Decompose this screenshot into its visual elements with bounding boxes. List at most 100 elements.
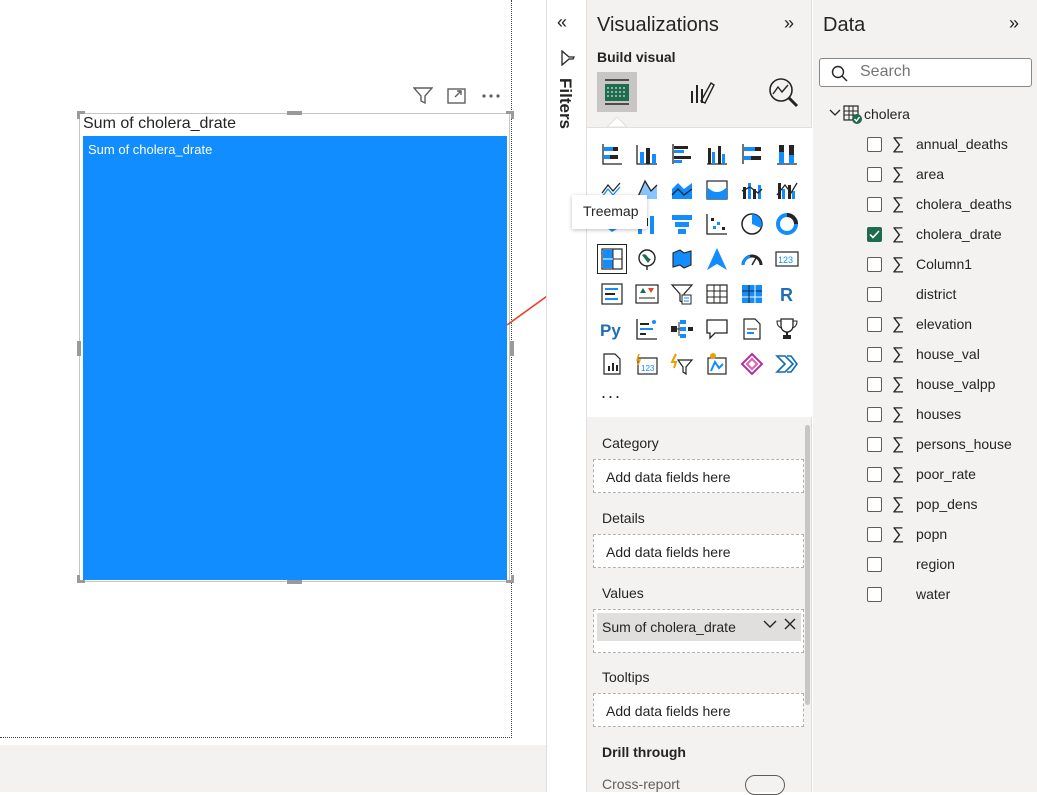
field-row[interactable]: region (867, 553, 955, 575)
field-row[interactable]: ∑ cholera_drate (867, 223, 1002, 245)
stacked-bar-chart-icon[interactable] (597, 139, 627, 169)
field-row[interactable]: ∑ annual_deaths (867, 133, 1008, 155)
map-icon[interactable] (632, 244, 662, 274)
field-row[interactable]: ∑ house_valpp (867, 373, 995, 395)
field-row[interactable]: ∑ area (867, 163, 944, 185)
checkbox[interactable] (867, 166, 882, 182)
checkbox[interactable] (867, 256, 882, 272)
chevron-down-icon[interactable] (762, 617, 778, 636)
double-chevron-right-icon[interactable]: » (1009, 13, 1019, 34)
filled-map-icon[interactable] (667, 244, 697, 274)
azure-map-icon[interactable] (702, 244, 732, 274)
table-node-cholera[interactable]: cholera (828, 103, 910, 125)
100-stacked-area-chart-icon[interactable] (702, 174, 732, 204)
filters-label[interactable]: Filters (555, 78, 575, 129)
search-box[interactable] (819, 58, 1032, 87)
key-influencers-icon[interactable] (632, 314, 662, 344)
resize-handle[interactable] (77, 575, 80, 583)
field-row[interactable]: water (867, 583, 950, 605)
filter-icon[interactable] (412, 85, 434, 107)
report-canvas[interactable]: Sum of cholera_drate Sum of cholera_drat… (0, 0, 546, 792)
100-stacked-column-chart-icon[interactable] (772, 139, 802, 169)
field-row[interactable]: ∑ house_val (867, 343, 980, 365)
line-and-stacked-column-chart-icon[interactable] (737, 174, 767, 204)
checkbox[interactable] (867, 586, 882, 602)
field-row[interactable]: ∑ cholera_deaths (867, 193, 1012, 215)
field-row[interactable]: district (867, 283, 956, 305)
field-row[interactable]: ∑ Column1 (867, 253, 972, 275)
focus-mode-icon[interactable] (446, 85, 468, 107)
multi-row-card-icon[interactable] (597, 279, 627, 309)
treemap-tile[interactable]: Sum of cholera_drate (83, 136, 507, 580)
funnel-chart-icon[interactable] (667, 209, 697, 239)
checkbox[interactable] (867, 376, 882, 392)
checkbox[interactable] (867, 556, 882, 572)
clustered-bar-chart-icon[interactable] (667, 139, 697, 169)
tooltips-drop-zone[interactable]: Add data fields here (593, 693, 804, 727)
matrix-icon[interactable] (737, 279, 767, 309)
more-visuals-button[interactable]: ... (601, 382, 622, 403)
r-script-visual-icon[interactable]: R (772, 279, 802, 309)
clustered-column-chart-icon[interactable] (702, 139, 732, 169)
checkbox[interactable] (867, 286, 882, 302)
checkbox-checked[interactable] (867, 226, 882, 242)
power-apps-icon[interactable] (702, 349, 732, 379)
cross-report-toggle[interactable] (745, 775, 785, 795)
format-visual-button[interactable] (682, 72, 722, 112)
slicer-icon[interactable] (667, 279, 697, 309)
power-automate-icon[interactable] (772, 349, 802, 379)
stacked-column-chart-icon[interactable] (632, 139, 662, 169)
treemap-visual[interactable]: Sum of cholera_drate Sum of cholera_drat… (77, 111, 514, 584)
checkbox[interactable] (867, 406, 882, 422)
close-icon[interactable] (783, 617, 797, 636)
scrollbar[interactable] (805, 425, 810, 705)
donut-chart-icon[interactable] (772, 209, 802, 239)
checkbox[interactable] (867, 526, 882, 542)
checkbox[interactable] (867, 436, 882, 452)
resize-handle[interactable] (77, 341, 81, 356)
kpi-icon[interactable] (632, 279, 662, 309)
field-row[interactable]: ∑ persons_house (867, 433, 1012, 455)
smart-narrative-icon[interactable] (737, 314, 767, 344)
field-row[interactable]: ∑ elevation (867, 313, 972, 335)
100-stacked-bar-chart-icon[interactable] (737, 139, 767, 169)
qna-icon[interactable] (702, 314, 732, 344)
analytics-button[interactable] (763, 72, 803, 112)
card-icon[interactable]: 123 (772, 244, 802, 274)
resize-handle[interactable] (77, 111, 80, 119)
field-row[interactable]: ∑ popn (867, 523, 947, 545)
category-drop-zone[interactable]: Add data fields here (593, 459, 804, 493)
line-and-clustered-column-chart-icon[interactable] (772, 174, 802, 204)
power-apps-diamond-icon[interactable] (737, 349, 767, 379)
double-chevron-left-icon[interactable]: « (557, 12, 567, 33)
filters-pane-collapsed[interactable]: « Filters (546, 0, 587, 792)
stacked-area-chart-icon[interactable] (667, 174, 697, 204)
power-apps-card-icon[interactable]: 123 (632, 349, 662, 379)
details-drop-zone[interactable]: Add data fields here (593, 534, 804, 568)
field-row[interactable]: ∑ poor_rate (867, 463, 976, 485)
resize-handle[interactable] (510, 341, 514, 356)
double-chevron-right-icon[interactable]: » (784, 13, 794, 34)
treemap-icon[interactable] (597, 244, 627, 274)
table-icon[interactable] (702, 279, 732, 309)
field-row[interactable]: ∑ pop_dens (867, 493, 978, 515)
chevron-down-icon[interactable] (828, 105, 842, 123)
checkbox[interactable] (867, 196, 882, 212)
field-row[interactable]: ∑ houses (867, 403, 961, 425)
checkbox[interactable] (867, 496, 882, 512)
scatter-chart-icon[interactable] (702, 209, 732, 239)
checkbox[interactable] (867, 346, 882, 362)
checkbox[interactable] (867, 466, 882, 482)
search-input[interactable] (860, 63, 1020, 81)
decomposition-tree-icon[interactable] (667, 314, 697, 344)
paginated-report-icon[interactable] (597, 349, 627, 379)
python-visual-icon[interactable]: Py (597, 314, 627, 344)
pie-chart-icon[interactable] (737, 209, 767, 239)
resize-handle[interactable] (287, 580, 302, 584)
checkbox[interactable] (867, 316, 882, 332)
power-automate-slicer-icon[interactable] (667, 349, 697, 379)
gauge-icon[interactable] (737, 244, 767, 274)
resize-handle[interactable] (511, 111, 514, 119)
resize-handle[interactable] (511, 575, 514, 583)
build-visual-button[interactable] (597, 72, 637, 112)
